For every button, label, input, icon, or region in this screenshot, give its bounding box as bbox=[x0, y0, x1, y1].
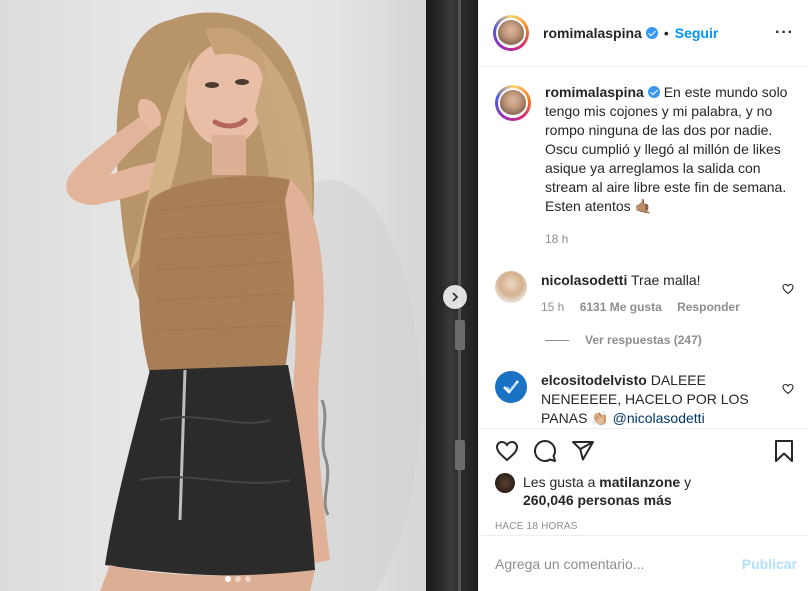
share-paper-plane-icon[interactable] bbox=[571, 439, 595, 463]
comment-item: elcositodelvisto DALEEE NENEEEEE, HACELO… bbox=[495, 371, 794, 428]
author-avatar[interactable] bbox=[493, 15, 529, 51]
verified-badge-icon bbox=[645, 27, 658, 39]
post-header: romimalaspina • Seguir ··· bbox=[479, 0, 808, 67]
chevron-right-icon bbox=[452, 292, 459, 302]
photo-subject bbox=[66, 12, 420, 591]
commenter-avatar[interactable] bbox=[495, 271, 527, 303]
comment-text: Trae malla! bbox=[631, 272, 701, 288]
caption-avatar[interactable] bbox=[495, 85, 531, 121]
checkmark-logo-icon bbox=[503, 380, 519, 394]
more-options-icon[interactable]: ··· bbox=[775, 24, 794, 42]
caption-username[interactable]: romimalaspina bbox=[545, 84, 644, 100]
likes-prefix: Les gusta a bbox=[523, 474, 596, 490]
caption: romimalaspina En este mundo solo tengo m… bbox=[495, 83, 794, 249]
comment-likes[interactable]: 6131 Me gusta bbox=[580, 300, 662, 314]
likes-summary: Les gusta a matilanzone y 260,046 person… bbox=[479, 473, 808, 509]
comments-section[interactable]: romimalaspina En este mundo solo tengo m… bbox=[479, 67, 808, 429]
heart-icon[interactable] bbox=[782, 383, 794, 395]
instagram-post: romimalaspina • Seguir ··· romimalaspina… bbox=[0, 0, 808, 591]
comment-input[interactable]: Agrega un comentario... bbox=[495, 556, 742, 572]
reply-button[interactable]: Responder bbox=[677, 300, 740, 314]
verified-badge-icon bbox=[647, 86, 660, 98]
bookmark-save-icon[interactable] bbox=[772, 439, 796, 463]
view-replies-label[interactable]: Ver respuestas (247) bbox=[585, 333, 702, 347]
door-hinge bbox=[455, 440, 465, 470]
carousel-next-button[interactable] bbox=[443, 285, 467, 309]
author-username[interactable]: romimalaspina bbox=[543, 25, 642, 41]
action-bar bbox=[479, 429, 808, 473]
door-hinge bbox=[455, 320, 465, 350]
view-replies-button[interactable]: Ver respuestas (247) bbox=[545, 333, 794, 347]
comment-username[interactable]: nicolasodetti bbox=[541, 272, 627, 288]
header-separator: • bbox=[663, 25, 669, 41]
post-timestamp[interactable]: HACE 18 HORAS bbox=[479, 521, 808, 532]
post-photo[interactable] bbox=[0, 0, 478, 591]
follow-button[interactable]: Seguir bbox=[675, 25, 719, 41]
like-heart-icon[interactable] bbox=[495, 439, 519, 463]
comment-item: nicolasodetti Trae malla! 15 h 6131 Me g… bbox=[495, 271, 794, 317]
caption-text: En este mundo solo tengo mis cojones y m… bbox=[545, 84, 788, 214]
caption-time[interactable]: 18 h bbox=[545, 230, 794, 249]
publish-button[interactable]: Publicar bbox=[742, 556, 797, 572]
carousel-indicator bbox=[225, 576, 251, 582]
carousel-dot bbox=[245, 576, 251, 582]
liker-username[interactable]: matilanzone bbox=[599, 474, 680, 490]
liker-avatar[interactable] bbox=[495, 473, 515, 493]
comment-mention[interactable]: @nicolasodetti bbox=[613, 410, 705, 426]
add-comment-bar: Agrega un comentario... Publicar bbox=[479, 535, 808, 591]
comment-username[interactable]: elcositodelvisto bbox=[541, 372, 647, 388]
replies-divider bbox=[545, 339, 569, 341]
likes-joiner: y bbox=[684, 474, 692, 490]
carousel-dot bbox=[235, 576, 241, 582]
heart-icon[interactable] bbox=[782, 283, 794, 295]
commenter-avatar[interactable] bbox=[495, 371, 527, 403]
carousel-dot-active bbox=[225, 576, 231, 582]
comment-bubble-icon[interactable] bbox=[533, 439, 557, 463]
comment-time[interactable]: 15 h bbox=[541, 300, 564, 314]
likes-count[interactable]: 260,046 personas más bbox=[523, 492, 672, 508]
post-sidebar: romimalaspina • Seguir ··· romimalaspina… bbox=[478, 0, 808, 591]
